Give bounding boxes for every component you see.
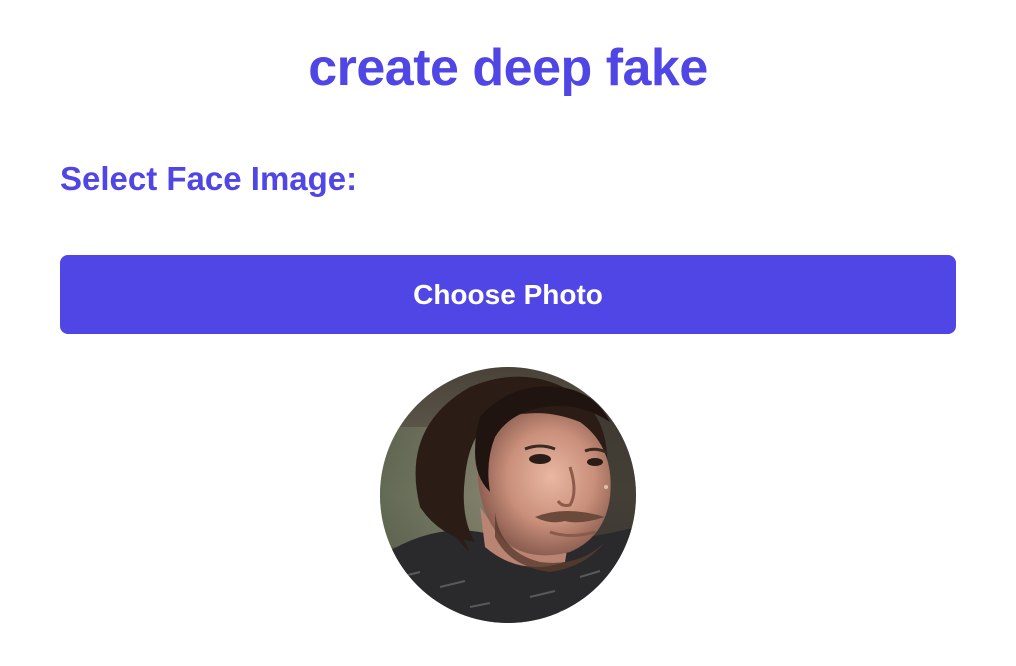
page-title: create deep fake: [308, 39, 708, 97]
face-image-preview: [380, 367, 636, 623]
page: create deep fake Select Face Image: Choo…: [0, 0, 1016, 666]
face-image-label: Select Face Image:: [60, 160, 358, 197]
face-photo: [380, 367, 636, 623]
choose-photo-button[interactable]: Choose Photo: [60, 255, 956, 334]
